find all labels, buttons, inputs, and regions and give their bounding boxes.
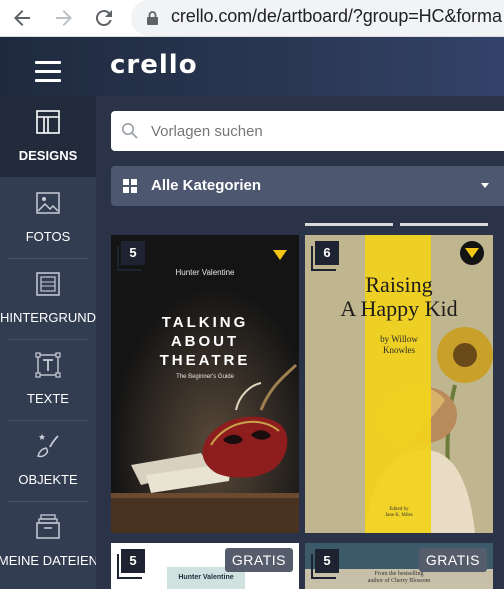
card-editor: Edited by Jane K. Miles [305,507,493,519]
template-card[interactable]: Raising A Happy Kid by Willow Knowles Ed… [305,235,493,533]
free-badge: GRATIS [418,548,487,572]
page-count: 5 [315,549,339,573]
back-icon[interactable] [10,6,34,30]
byline-line: Knowles [383,345,415,355]
card-title: Raising A Happy Kid [305,273,493,321]
editor-line: Jane K. Miles [385,513,413,518]
address-bar[interactable]: crello.com/de/artboard/?group=HC&forma [131,0,504,36]
layout-icon [36,110,60,134]
sidebar-item-meine-dateien[interactable]: MEINE DATEIEN [0,501,98,582]
title-line: A Happy Kid [340,296,458,321]
forward-icon[interactable] [52,6,76,30]
card-title: TALKING ABOUT THEATRE [111,313,299,370]
template-card[interactable]: Hunter Valentine 5 GRATIS [111,543,299,589]
divider [400,223,488,226]
search-box[interactable] [111,111,504,151]
card-author: Hunter Valentine [178,574,234,581]
tagline-line: author of Cherry Blossom [367,578,431,584]
page-count-badge: 5 [117,241,147,271]
divider [305,223,393,226]
sidebar-item-label: OBJEKTE [18,472,78,487]
sidebar-item-label: HINTERGRUND [0,310,97,325]
search-icon [122,123,138,139]
objects-icon [37,434,59,458]
sidebar-item-fotos[interactable]: FOTOS [0,177,96,258]
app-header: crello [0,37,504,96]
crello-logo[interactable]: crello [110,50,198,80]
lock-icon [147,11,158,25]
search-input[interactable] [151,119,491,143]
sidebar-item-label: FOTOS [25,229,71,244]
title-line: Raising [365,272,433,297]
byline-line: by Willow [380,334,418,344]
category-dropdown[interactable]: Alle Kategorien [111,166,504,206]
title-line: ABOUT [170,333,240,350]
page-count-badge: 5 [311,549,341,579]
sidebar-item-texte[interactable]: TEXTE [0,339,96,420]
template-card[interactable]: Hunter Valentine TALKING ABOUT THEATRE T… [111,235,299,533]
category-label: Alle Kategorien [151,177,262,194]
grid-icon [123,179,137,193]
sidebar-item-hintergrund[interactable]: HINTERGRUND [0,258,96,339]
sidebar-item-designs[interactable]: DESIGNS [0,96,96,177]
image-icon [36,192,60,214]
folder-icon [36,514,60,539]
menu-icon[interactable] [35,61,61,83]
templates-panel: Alle Kategorien Hunter Valentine [96,96,504,589]
premium-icon [268,243,292,267]
reload-icon[interactable] [92,6,116,30]
page-count-badge: 5 [117,549,147,579]
sidebar: DESIGNS FOTOS HINTERGRUND TEXTE OBJEKTE … [0,96,98,589]
free-badge: GRATIS [224,548,293,572]
title-line: TALKING [161,314,249,331]
sidebar-item-label: DESIGNS [18,148,78,163]
sidebar-item-label: TEXTE [27,391,69,406]
title-line: THEATRE [159,352,251,369]
background-icon [36,272,60,296]
theatre-mask-image [111,235,299,533]
page-count: 5 [121,549,145,573]
text-icon [35,352,61,378]
card-byline: by Willow Knowles [305,334,493,356]
browser-toolbar: crello.com/de/artboard/?group=HC&forma [0,0,504,37]
template-card[interactable]: From the bestselling author of Cherry Bl… [305,543,493,589]
page-count-badge: 6 [311,241,341,271]
page-count: 6 [315,241,339,265]
url-text: crello.com/de/artboard/?group=HC&forma [171,6,502,26]
sidebar-item-objekte[interactable]: OBJEKTE [0,420,96,501]
sidebar-item-label: MEINE DATEIEN [0,553,99,568]
page-count: 5 [121,241,145,265]
chevron-down-icon [481,183,489,188]
card-subtitle: The Beginner's Guide [176,374,234,380]
premium-icon [460,241,484,265]
